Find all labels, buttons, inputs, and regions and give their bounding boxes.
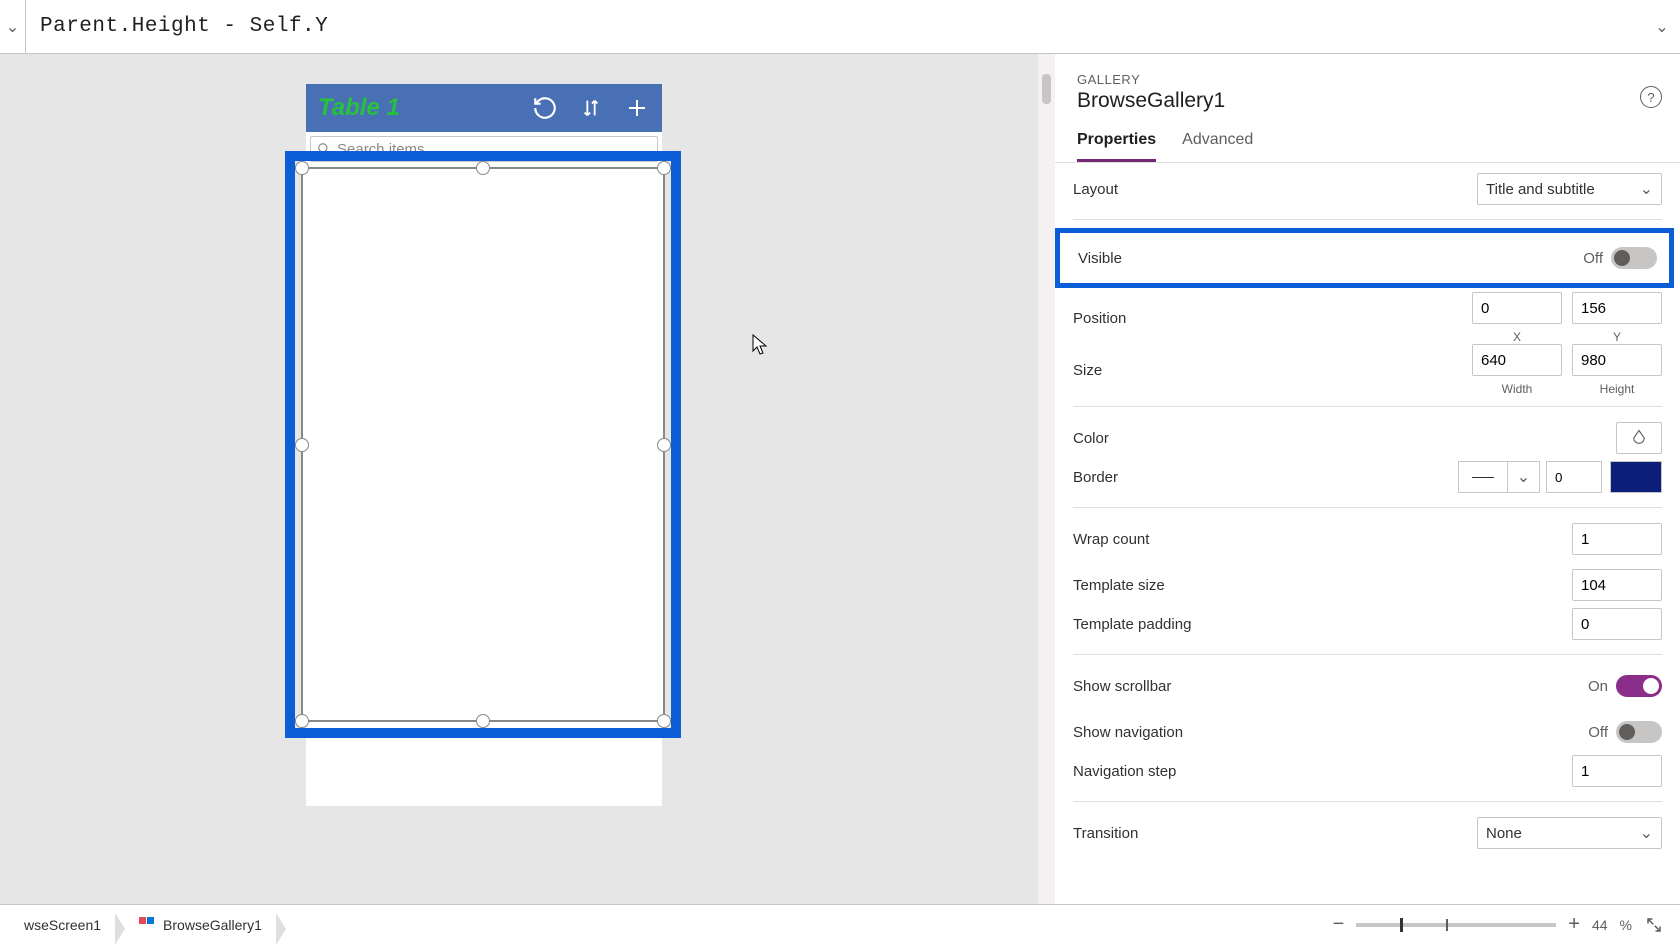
selection-name: BrowseGallery1 [1077,89,1658,113]
properties-panel: GALLERY BrowseGallery1 ? Properties Adva… [1055,54,1680,904]
zoom-controls: − + 44 % [1333,913,1664,936]
size-width-input[interactable] [1472,344,1562,376]
row-template-padding: Template padding [1073,608,1662,655]
label-transition: Transition [1073,825,1467,842]
row-size: Size Width Height [1073,344,1662,407]
zoom-slider[interactable] [1356,923,1556,927]
row-show-navigation: Show navigation Off [1073,709,1662,755]
toggle-switch-off[interactable] [1611,247,1657,269]
tab-properties[interactable]: Properties [1077,123,1156,162]
size-height-input[interactable] [1572,344,1662,376]
breadcrumb-control[interactable]: BrowseGallery1 [131,913,276,937]
label-layout: Layout [1073,181,1467,198]
help-icon[interactable]: ? [1640,86,1662,108]
position-y-label: Y [1613,330,1621,344]
layout-value: Title and subtitle [1486,181,1595,198]
property-selector-dropdown[interactable]: ⌄ [0,0,26,53]
position-x-input[interactable] [1472,292,1562,324]
size-width-label: Width [1502,382,1533,396]
search-icon [317,142,331,156]
row-navigation-step: Navigation step [1073,755,1662,802]
label-wrap-count: Wrap count [1073,531,1562,548]
zoom-out-button[interactable]: − [1333,913,1345,936]
color-picker-button[interactable] [1616,422,1662,454]
label-show-scrollbar: Show scrollbar [1073,678,1578,695]
label-template-padding: Template padding [1073,616,1562,633]
visible-state-text: Off [1583,250,1603,267]
selection-type-label: GALLERY [1077,72,1658,87]
position-x-label: X [1513,330,1521,344]
row-layout: Layout Title and subtitle ⌄ [1073,173,1662,220]
breadcrumb-label: BrowseGallery1 [163,917,262,933]
chevron-down-icon: ⌄ [1640,823,1653,843]
size-height-label: Height [1600,382,1635,396]
zoom-percent-suffix: % [1620,917,1632,933]
chevron-down-icon: ⌄ [1640,179,1653,199]
row-transition: Transition None ⌄ [1073,810,1662,856]
chevron-down-icon: ⌄ [6,17,19,37]
gallery-icon [139,917,155,933]
border-color-swatch[interactable] [1610,461,1662,493]
show-scrollbar-toggle[interactable]: On [1588,675,1662,697]
label-template-size: Template size [1073,577,1562,594]
wrap-count-input[interactable] [1572,523,1662,555]
navigation-step-input[interactable] [1572,755,1662,787]
phone-artboard: Table 1 Search items [306,84,662,806]
cursor-icon [752,334,768,354]
row-wrap-count: Wrap count [1073,516,1662,562]
border-width-input[interactable] [1546,461,1602,493]
row-visible-highlight: Visible Off [1055,228,1674,288]
toggle-switch-on[interactable] [1616,675,1662,697]
label-size: Size [1073,362,1462,379]
label-visible: Visible [1078,250,1583,267]
breadcrumb-screen[interactable]: wseScreen1 [16,913,115,937]
border-style-chevron[interactable]: ⌄ [1508,461,1540,493]
border-style-select[interactable] [1458,461,1508,493]
label-navigation-step: Navigation step [1073,763,1562,780]
canvas-scrollbar[interactable] [1038,54,1055,904]
search-box[interactable]: Search items [310,136,658,162]
formula-input[interactable]: Parent.Height - Self.Y [26,15,1644,38]
canvas-area[interactable]: Table 1 Search items [0,54,1055,904]
breadcrumb-label: wseScreen1 [24,917,101,933]
row-border: Border ⌄ [1073,461,1662,508]
row-template-size: Template size [1073,562,1662,608]
visible-toggle[interactable]: Off [1583,247,1657,269]
label-position: Position [1073,310,1462,327]
fit-to-window-icon[interactable] [1644,915,1664,935]
template-padding-input[interactable] [1572,608,1662,640]
tab-advanced[interactable]: Advanced [1182,123,1253,162]
app-header: Table 1 [306,84,662,132]
props-tabs: Properties Advanced [1055,123,1680,163]
position-y-input[interactable] [1572,292,1662,324]
label-border: Border [1073,469,1448,486]
transition-value: None [1486,825,1522,842]
add-icon[interactable] [620,91,654,125]
status-bar: wseScreen1 BrowseGallery1 − + 44 % [0,904,1680,944]
app-title: Table 1 [314,94,516,122]
label-show-navigation: Show navigation [1073,724,1578,741]
chevron-down-icon: ⌄ [1655,17,1668,37]
sort-icon[interactable] [574,91,608,125]
row-position: Position X Y [1073,292,1662,344]
layout-select[interactable]: Title and subtitle ⌄ [1477,173,1662,205]
transition-select[interactable]: None ⌄ [1477,817,1662,849]
row-show-scrollbar: Show scrollbar On [1073,663,1662,709]
template-size-input[interactable] [1572,569,1662,601]
formula-expand-dropdown[interactable]: ⌄ [1644,17,1680,37]
zoom-in-button[interactable]: + [1568,913,1580,936]
toggle-switch-off[interactable] [1616,721,1662,743]
show-navigation-toggle[interactable]: Off [1588,721,1662,743]
zoom-percent: 44 [1592,917,1608,933]
show-navigation-state: Off [1588,724,1608,741]
show-scrollbar-state: On [1588,678,1608,695]
search-placeholder: Search items [337,141,425,158]
row-color: Color [1073,415,1662,461]
refresh-icon[interactable] [528,91,562,125]
label-color: Color [1073,430,1606,447]
formula-bar: ⌄ Parent.Height - Self.Y ⌄ [0,0,1680,54]
